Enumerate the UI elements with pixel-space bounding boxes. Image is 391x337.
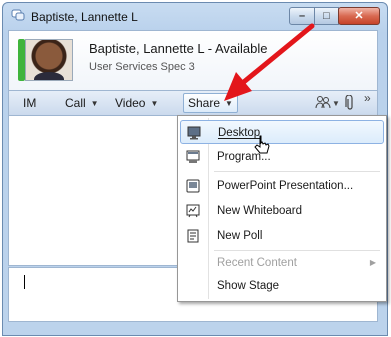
chevron-down-icon: ▼ — [150, 99, 159, 108]
maximize-button[interactable]: □ — [314, 7, 339, 25]
poll-icon — [187, 229, 199, 243]
chevron-down-icon: ▼ — [225, 99, 233, 108]
menu-item-poll[interactable]: New Poll — [180, 224, 384, 248]
menu-item-whiteboard[interactable]: New Whiteboard — [180, 199, 384, 223]
contact-card[interactable]: Baptiste, Lannette L - Available User Se… — [8, 30, 378, 90]
menu-divider — [214, 171, 380, 172]
conversation-app-icon — [11, 9, 25, 21]
overflow-icon[interactable]: » — [364, 91, 371, 105]
menu-item-program[interactable]: Program... — [180, 145, 384, 169]
presence-indicator — [18, 39, 25, 81]
close-button[interactable]: ✕ — [338, 7, 380, 25]
menu-item-powerpoint[interactable]: PowerPoint Presentation... — [180, 174, 384, 198]
contact-job-title: User Services Spec 3 — [89, 61, 195, 73]
whiteboard-icon — [186, 204, 200, 218]
share-label: Share — [188, 96, 221, 110]
menu-item-label: Show Stage — [217, 280, 280, 292]
presentation-icon — [186, 179, 200, 193]
minimize-icon: – — [298, 10, 306, 22]
avatar[interactable] — [25, 39, 73, 81]
title-bar[interactable]: Baptiste, Lannette L – □ ✕ — [3, 3, 387, 31]
menu-item-recent-content: Recent Content ▶ — [180, 251, 384, 275]
chevron-down-icon: ▼ — [90, 99, 99, 108]
menu-item-label: Recent Content — [217, 257, 297, 269]
window-title: Baptiste, Lannette L — [31, 10, 138, 24]
paperclip-icon[interactable] — [345, 94, 355, 114]
menu-item-show-stage[interactable]: Show Stage — [180, 274, 384, 298]
text-caret — [24, 275, 25, 289]
conversation-toolbar: IM Call ▼ Video ▼ Share ▼ ▼ » — [8, 90, 378, 116]
menu-item-label: New Whiteboard — [217, 205, 303, 217]
call-label: Call — [65, 96, 86, 110]
program-icon — [186, 150, 200, 163]
video-button[interactable]: Video ▼ — [115, 96, 158, 110]
menu-item-label: PowerPoint Presentation... — [217, 180, 354, 192]
chevron-down-icon[interactable]: ▼ — [332, 99, 340, 108]
chevron-right-icon: ▶ — [369, 258, 376, 267]
close-icon: ✕ — [354, 10, 364, 22]
menu-item-label: New Poll — [217, 230, 263, 242]
menu-item-desktop[interactable]: Desktop — [180, 120, 384, 144]
mouse-pointer-icon — [254, 135, 270, 154]
share-button[interactable]: Share ▼ — [183, 93, 238, 113]
people-icon[interactable] — [315, 95, 331, 112]
contact-name-status: Baptiste, Lannette L - Available — [89, 41, 268, 56]
minimize-button[interactable]: – — [289, 7, 315, 25]
monitor-icon — [187, 126, 201, 140]
im-button[interactable]: IM — [23, 91, 48, 115]
maximize-icon: □ — [323, 10, 330, 22]
avatar-shirt — [34, 72, 64, 80]
share-menu: Desktop Program... PowerPoint Presentati… — [177, 115, 387, 302]
call-button[interactable]: Call ▼ — [65, 96, 99, 110]
video-label: Video — [115, 96, 146, 110]
